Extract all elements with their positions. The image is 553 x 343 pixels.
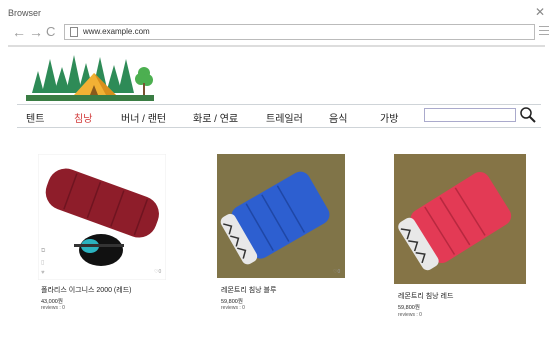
nav-item-burner-lantern[interactable]: 버너 / 랜턴 [121, 110, 166, 125]
product-image[interactable] [38, 154, 166, 280]
search-icon[interactable] [519, 106, 537, 124]
heart-icon[interactable]: ♥ [41, 270, 45, 276]
product-price: 59,800원 [398, 305, 420, 311]
product-image[interactable] [394, 154, 526, 284]
compare-icon[interactable]: ⧉ [41, 248, 45, 255]
product-reviews: reviews : 0 [41, 305, 65, 311]
url-text: www.example.com [83, 27, 150, 36]
product-name[interactable]: 폴라리스 이그니스 2000 (레드) [41, 285, 131, 295]
page-icon [70, 27, 78, 37]
category-nav: 텐트 침낭 버너 / 랜턴 화로 / 연료 트레일러 음식 가방 [17, 104, 541, 128]
forward-icon[interactable]: → [29, 25, 43, 39]
reload-icon[interactable]: C [46, 25, 55, 39]
address-bar[interactable]: www.example.com [64, 24, 535, 40]
product-image[interactable] [217, 154, 345, 278]
product-name[interactable]: 레몬트리 침낭 레드 [398, 291, 453, 301]
like-badge[interactable]: ♡0 [154, 269, 161, 275]
product-price: 43,000원 [41, 299, 63, 305]
camping-logo[interactable] [26, 53, 154, 103]
product-price: 59,800원 [221, 299, 243, 305]
nav-item-stove-fuel[interactable]: 화로 / 연료 [193, 110, 238, 125]
product-card[interactable]: ⧉ ▯ ♥ ♡0 폴라리스 이그니스 2000 (레드) 43,000원 rev… [38, 154, 166, 324]
toolbar-divider [8, 45, 545, 47]
nav-item-tent[interactable]: 텐트 [26, 110, 44, 125]
nav-item-bag[interactable]: 가방 [380, 110, 398, 125]
product-card[interactable]: 레몬트리 침낭 레드 59,800원 reviews : 0 [394, 154, 526, 324]
nav-item-food[interactable]: 음식 [329, 110, 347, 125]
browser-label: Browser [8, 8, 42, 18]
nav-item-trailer[interactable]: 트레일러 [266, 110, 303, 125]
cart-icon[interactable]: ▯ [41, 259, 44, 266]
menu-icon[interactable] [539, 26, 549, 38]
browser-toolbar: ← → C www.example.com [0, 22, 553, 44]
search-input[interactable] [424, 108, 516, 122]
product-card[interactable]: ♡0 레몬트리 침낭 블루 59,800원 reviews : 0 [217, 154, 345, 324]
back-icon[interactable]: ← [12, 25, 26, 39]
nav-item-sleeping-bag[interactable]: 침낭 [74, 110, 92, 125]
product-reviews: reviews : 0 [398, 312, 422, 318]
product-reviews: reviews : 0 [221, 305, 245, 311]
like-badge[interactable]: ♡0 [333, 269, 340, 275]
close-icon[interactable]: ✕ [535, 5, 545, 19]
product-name[interactable]: 레몬트리 침낭 블루 [221, 285, 276, 295]
